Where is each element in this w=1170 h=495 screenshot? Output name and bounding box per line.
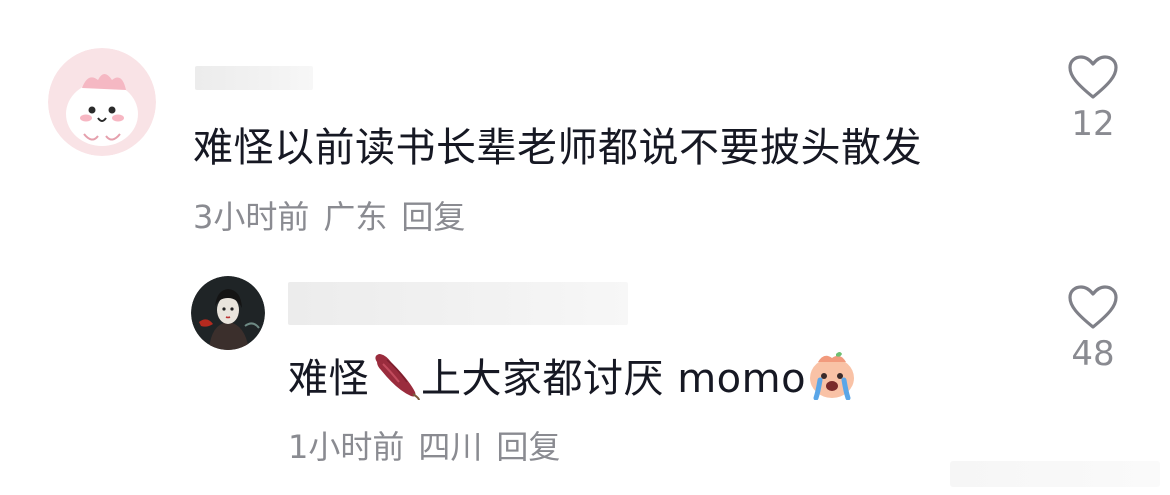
- like-count: 12: [1071, 104, 1115, 144]
- watermark: [950, 461, 1160, 487]
- like-count: 48: [1071, 334, 1115, 374]
- comment-meta: 3小时前 广东 回复: [193, 192, 479, 238]
- reply-comment-item: 难怪 上大家都讨厌 momo 1小时前 四川 回复 48: [0, 250, 1170, 495]
- reply-button[interactable]: 回复: [496, 428, 560, 466]
- sweet-potato-icon: [369, 350, 421, 410]
- comment-time: 3小时前: [193, 198, 310, 236]
- comment-text: 难怪以前读书长辈老师都说不要披头散发: [193, 125, 922, 171]
- username-blurred[interactable]: [288, 282, 628, 325]
- like-button[interactable]: 12: [1063, 54, 1123, 144]
- comment-location: 四川: [418, 428, 483, 466]
- like-button[interactable]: 48: [1063, 284, 1123, 374]
- comment-text: 难怪 上大家都讨厌 momo: [288, 346, 858, 410]
- reply-button[interactable]: 回复: [401, 198, 465, 236]
- avatar[interactable]: [191, 276, 265, 350]
- comment-location: 广东: [323, 198, 388, 236]
- username-blurred[interactable]: [195, 66, 313, 90]
- heart-icon: [1068, 285, 1118, 329]
- comment-text-part: 难怪: [288, 356, 369, 402]
- avatar[interactable]: [48, 48, 156, 156]
- comment-meta: 1小时前 四川 回复: [288, 422, 574, 468]
- crying-face-icon: [806, 350, 858, 410]
- comment-time: 1小时前: [288, 428, 405, 466]
- comment-item: 难怪以前读书长辈老师都说不要披头散发 3小时前 广东 回复 12: [0, 0, 1170, 250]
- comment-text-part: 上大家都讨厌 momo: [421, 356, 807, 402]
- heart-icon: [1068, 55, 1118, 99]
